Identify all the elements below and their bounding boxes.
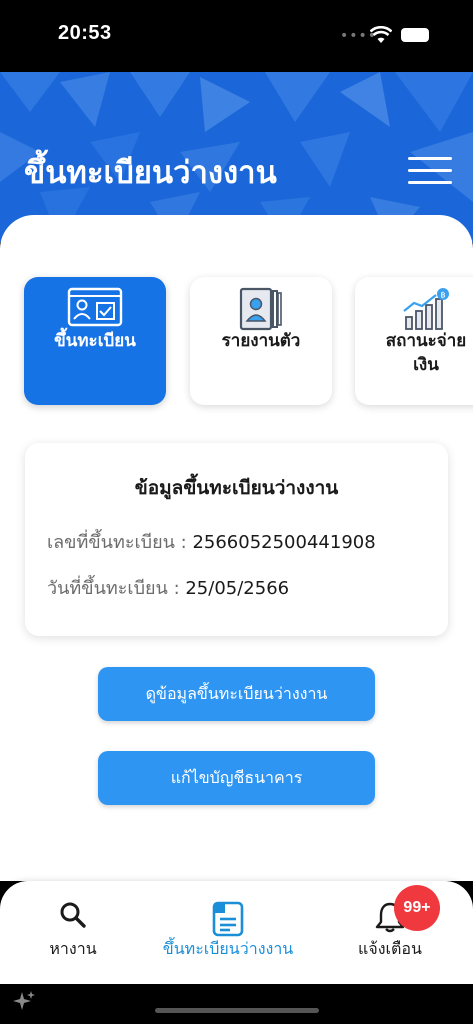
person-book-icon [239,287,282,331]
registration-number-label: เลขที่ขึ้นทะเบียน : [47,532,193,553]
quick-menu-register[interactable]: ขึ้นทะเบียน [24,277,166,405]
page-title: ขึ้นทะเบียนว่างงาน [24,155,277,191]
battery-icon [401,28,429,42]
menu-line-icon [408,169,452,172]
svg-text:฿: ฿ [440,291,445,300]
quick-menu-payment-status[interactable]: ฿ สถานะจ่าย เงิน [355,277,473,405]
document-icon [212,901,244,937]
registration-date-value: 25/05/2566 [185,578,290,599]
quick-menu-label: ขึ้นทะเบียน [54,331,136,351]
home-indicator[interactable] [155,1008,319,1013]
registration-info-card: ข้อมูลขึ้นทะเบียนว่างงาน เลขที่ขึ้นทะเบี… [25,443,448,636]
registration-date-label: วันที่ขึ้นทะเบียน : [47,578,186,599]
quick-menu: ขึ้นทะเบียน รายงานตัว ฿ สถานะจ่าย เงิน [0,277,473,407]
quick-menu-label: รายงานตัว [221,331,301,351]
view-registration-button[interactable]: ดูข้อมูลขึ้นทะเบียนว่างงาน [98,667,375,721]
nav-label: ขึ้นทะเบียนว่างงาน [162,939,294,958]
nav-label: แจ้งเตือน [358,939,422,958]
nav-item-register[interactable]: ขึ้นทะเบียนว่างงาน [148,881,308,984]
registration-number-row: เลขที่ขึ้นทะเบียน : 2566052500441908 [47,527,376,556]
wifi-icon [370,26,392,43]
home-bar [0,984,473,1024]
nav-item-find-job[interactable]: หางาน [18,881,128,984]
registration-number-value: 2566052500441908 [192,532,376,553]
info-card-title: ข้อมูลขึ้นทะเบียนว่างงาน [134,477,339,499]
status-bar: 20:53 •••• [0,0,473,72]
bottom-navigation: หางาน ขึ้นทะเบียนว่างงาน แจ้งเตือน 99+ [0,881,473,984]
sparkle-icon [13,991,35,1010]
nav-label: หางาน [49,939,97,958]
search-icon [60,902,86,928]
menu-line-icon [408,157,452,160]
status-time: 20:53 [58,22,112,44]
quick-menu-report[interactable]: รายงานตัว [190,277,332,405]
edit-bank-account-button[interactable]: แก้ไขบัญชีธนาคาร [98,751,375,805]
hamburger-menu-button[interactable] [408,154,452,188]
menu-line-icon [408,181,452,184]
growth-chart-baht-icon: ฿ [403,288,449,330]
content-sheet: ขึ้นทะเบียน รายงานตัว ฿ สถานะจ่าย เงิน ข… [0,215,473,881]
notification-badge: 99+ [394,885,440,931]
registration-date-row: วันที่ขึ้นทะเบียน : 25/05/2566 [47,573,289,602]
quick-menu-label: สถานะจ่าย เงิน [385,331,467,375]
id-card-check-icon [67,287,123,327]
